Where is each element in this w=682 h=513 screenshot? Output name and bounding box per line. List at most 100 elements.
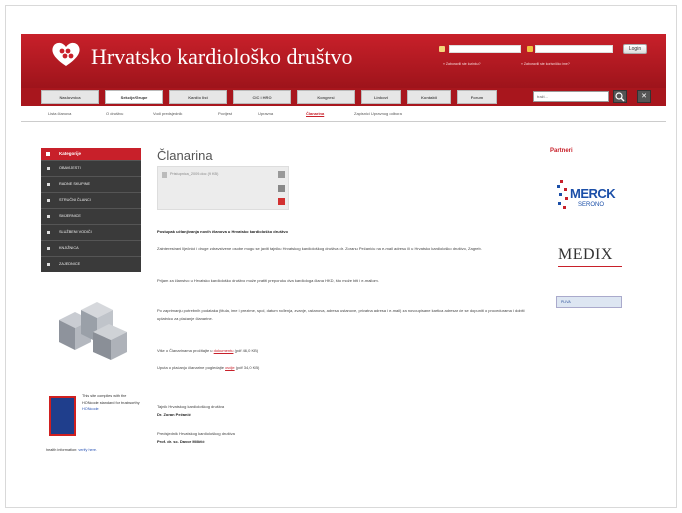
signature-president: Predsjednik Hrvatskog kardiološkog društ… bbox=[157, 430, 537, 445]
email-icon[interactable] bbox=[278, 185, 285, 192]
sidebar-item-obavijesti[interactable]: OBAVIJESTI bbox=[41, 160, 141, 176]
content-paragraph-1: Zainteresirani liječnici i druge zdravst… bbox=[157, 246, 482, 251]
hon-text-body: This site complies with the HONcode stan… bbox=[82, 394, 140, 405]
sidebar-item-label: SMJERNICE bbox=[59, 214, 81, 218]
p5-suffix: (pdf 34,0 KB) bbox=[235, 365, 260, 370]
close-button[interactable]: ✕ bbox=[637, 90, 651, 103]
document-file-link[interactable]: Pristupnica_2009.doc (9 KB) bbox=[170, 172, 218, 176]
bullet-icon bbox=[47, 183, 50, 186]
merck-dots-icon bbox=[557, 180, 568, 209]
subnav-item-lista[interactable]: Lista članova bbox=[48, 111, 71, 116]
content-heading-text: Postupak učlanjivanja novih članova u Hr… bbox=[157, 229, 288, 234]
sidebar-item-label: ZAJEDNICE bbox=[59, 262, 81, 266]
content-paragraph-3: Po zaprimanju potrebnih podataka (titula… bbox=[157, 308, 525, 321]
sidebar-item-knjiznica[interactable]: KNJIŽNICA bbox=[41, 240, 141, 256]
subnav-item-upravna[interactable]: Upravna bbox=[258, 111, 273, 116]
nav-tab-kontakti[interactable]: Kontakti bbox=[407, 90, 451, 104]
sidebar-item-label: STRUČNI ČLANCI bbox=[59, 198, 91, 202]
partners-panel: Partneri MERCK SERONO MEDIX PLIVA bbox=[550, 148, 630, 328]
sub-nav: Lista članova O društvu Vodi predsjednik… bbox=[21, 106, 666, 122]
sidebar-item-vodici[interactable]: SLUŽBENI VODIČI bbox=[41, 224, 141, 240]
sidebar-heading: Kategorije bbox=[41, 148, 141, 160]
forgot-username-link[interactable]: » Zaboravili ste korisničko ime? bbox=[521, 62, 570, 66]
hon-text: This site complies with the HONcode stan… bbox=[82, 393, 144, 413]
content-paragraph-2: Prijam za članstvo u Hrvatsko kardiološk… bbox=[157, 278, 379, 283]
bullet-icon bbox=[47, 247, 50, 250]
subnav-item-vodi[interactable]: Vodi predsjednik bbox=[153, 111, 182, 116]
sidebar-item-smjernice[interactable]: SMJERNICE bbox=[41, 208, 141, 224]
login-button[interactable]: Login bbox=[623, 44, 647, 54]
print-icon[interactable] bbox=[278, 171, 285, 178]
heart-logo-icon[interactable] bbox=[51, 40, 81, 68]
subnav-item-povijest[interactable]: Povijest bbox=[218, 111, 232, 116]
sidebar-item-radne-skupine[interactable]: RADNE SKUPINE bbox=[41, 176, 141, 192]
key-icon bbox=[527, 46, 533, 52]
subnav-item-clanarina[interactable]: Članarina bbox=[306, 111, 324, 116]
hon-logo-icon[interactable] bbox=[49, 396, 76, 436]
bullet-icon bbox=[47, 263, 50, 266]
content-heading: Postupak učlanjivanja novih članova u Hr… bbox=[157, 228, 537, 236]
user-icon bbox=[439, 46, 445, 52]
search-button[interactable] bbox=[613, 90, 627, 103]
partners-title: Partneri bbox=[550, 148, 573, 154]
signature-secretary-name: Dr. Zoran Pečanić bbox=[157, 411, 191, 417]
cubes-illustration bbox=[59, 302, 127, 360]
nav-tab-naslovnica[interactable]: Naslovnica bbox=[41, 90, 99, 104]
bullet-icon bbox=[47, 167, 50, 170]
sidebar-heading-label: Kategorije bbox=[59, 151, 82, 156]
file-icon bbox=[162, 172, 167, 178]
sidebar-item-label: RADNE SKUPINE bbox=[59, 182, 91, 186]
serono-word: SERONO bbox=[578, 202, 605, 208]
pdf-icon[interactable] bbox=[278, 198, 285, 205]
hon-code-box: This site complies with the HONcode stan… bbox=[46, 393, 146, 453]
medix-underline bbox=[558, 266, 622, 267]
site-title[interactable]: Hrvatsko kardiološko društvo bbox=[91, 44, 353, 70]
forgot-password-link[interactable]: » Zaboravili ste lozinku? bbox=[443, 62, 481, 66]
signature-president-role: Predsjednik Hrvatskog kardiološkog društ… bbox=[157, 431, 235, 436]
bullet-icon bbox=[46, 152, 50, 156]
nav-tab-cic[interactable]: CIC i HRO bbox=[233, 90, 291, 104]
bullet-icon bbox=[47, 199, 50, 202]
sidebar-item-zajednice[interactable]: ZAJEDNICE bbox=[41, 256, 141, 272]
nav-tab-linkovi[interactable]: Linkovi bbox=[361, 90, 401, 104]
content-paragraph-4: Više o Članarinama pročitajte u dokument… bbox=[157, 347, 537, 355]
hon-verify-link[interactable]: verify here. bbox=[78, 448, 97, 452]
bullet-icon bbox=[47, 215, 50, 218]
signature-secretary-role: Tajnik Hrvatskog kardiološkog društva bbox=[157, 404, 225, 409]
p4-suffix: (pdf 46,0 KB) bbox=[234, 348, 259, 353]
site-header: Hrvatsko kardiološko društvo Login » Zab… bbox=[21, 34, 666, 88]
login-area: Login » Zaboravili ste lozinku? » Zabora… bbox=[439, 44, 664, 74]
p5-prefix: Uputa o plaćanju članarine pogledajte bbox=[157, 365, 224, 370]
subnav-item-zapisnici[interactable]: Zapisnici Upravnog odbora bbox=[354, 111, 402, 116]
pliva-logo[interactable]: PLIVA bbox=[556, 296, 622, 308]
nav-tab-kardio-list[interactable]: Kardio list bbox=[169, 90, 227, 104]
subnav-item-o-drustvu[interactable]: O društvu bbox=[106, 111, 123, 116]
page-title: Članarina bbox=[157, 148, 213, 163]
search-input[interactable]: traži... bbox=[533, 91, 609, 102]
merck-serono-logo[interactable]: MERCK SERONO bbox=[556, 178, 626, 218]
bullet-icon bbox=[47, 231, 50, 234]
nav-tab-kongresi[interactable]: Kongresi bbox=[297, 90, 355, 104]
username-input[interactable] bbox=[449, 45, 521, 53]
password-input[interactable] bbox=[535, 45, 613, 53]
hon-tail: health information: verify here. bbox=[46, 447, 156, 454]
signature-president-name: Prof. dr. sc. Davor Miličić bbox=[157, 438, 205, 444]
document-box: Pristupnica_2009.doc (9 KB) bbox=[157, 166, 289, 210]
hon-link[interactable]: HONcode bbox=[82, 407, 99, 411]
sidebar-item-label: OBAVIJESTI bbox=[59, 166, 81, 170]
medix-logo[interactable]: MEDIX bbox=[558, 246, 613, 264]
sidebar-item-strucni-clanci[interactable]: STRUČNI ČLANCI bbox=[41, 192, 141, 208]
search-icon bbox=[615, 92, 625, 102]
merck-word: MERCK bbox=[570, 186, 616, 201]
nav-tab-forum[interactable]: Forum bbox=[457, 90, 497, 104]
sidebar-item-label: KNJIŽNICA bbox=[59, 246, 79, 250]
nav-tab-sekcije[interactable]: Sekcije/Grupe bbox=[105, 90, 163, 104]
p4-prefix: Više o Članarinama pročitajte u bbox=[157, 348, 213, 353]
document-link[interactable]: dokumentu bbox=[214, 348, 234, 353]
main-nav: Naslovnica Sekcije/Grupe Kardio list CIC… bbox=[21, 88, 666, 106]
sidebar-menu: Kategorije OBAVIJESTI RADNE SKUPINE STRU… bbox=[41, 148, 141, 272]
payment-link[interactable]: ovdje bbox=[225, 365, 235, 370]
sidebar-item-label: SLUŽBENI VODIČI bbox=[59, 230, 92, 234]
content-paragraph-5: Uputa o plaćanju članarine pogledajte ov… bbox=[157, 364, 537, 372]
signature-secretary: Tajnik Hrvatskog kardiološkog društva Dr… bbox=[157, 403, 537, 418]
